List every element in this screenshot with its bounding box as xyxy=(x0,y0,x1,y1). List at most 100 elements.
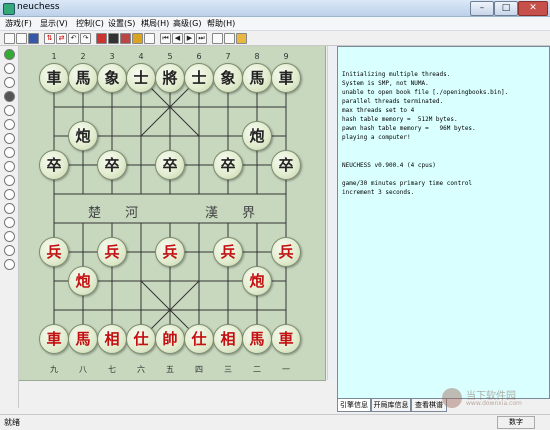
hint-icon[interactable] xyxy=(132,33,143,44)
check-icon[interactable] xyxy=(4,49,15,60)
red-pawn[interactable]: 兵 xyxy=(271,237,301,267)
log-line: playing a computer! xyxy=(342,134,411,141)
red-pawn[interactable]: 兵 xyxy=(155,237,185,267)
tool-icon-10[interactable] xyxy=(4,175,15,186)
first-move-icon[interactable]: ⏮ xyxy=(160,33,171,44)
tool-icon-14[interactable] xyxy=(4,231,15,242)
black-pawn[interactable]: 卒 xyxy=(39,150,69,180)
menu-advanced[interactable]: 高级(G) xyxy=(173,18,201,29)
red-elephant[interactable]: 相 xyxy=(97,324,127,354)
status-mode: 数字 xyxy=(497,416,535,429)
black-advisor[interactable]: 士 xyxy=(126,63,156,93)
tool-icon-4[interactable] xyxy=(4,91,15,102)
red-general[interactable]: 帥 xyxy=(155,324,185,354)
log-line: game/30 minutes primary time control xyxy=(342,180,473,187)
log-line: unable to open book file [./openingbooks… xyxy=(342,89,509,96)
file-number: 3 xyxy=(109,52,115,61)
flip-board-icon[interactable]: ⇅ xyxy=(44,33,55,44)
tool-icon-16[interactable] xyxy=(4,259,15,270)
tool-icon-5[interactable] xyxy=(4,105,15,116)
tool-icon-8[interactable] xyxy=(4,147,15,158)
black-cannon[interactable]: 炮 xyxy=(68,121,98,151)
copy-icon[interactable] xyxy=(212,33,223,44)
red-pawn[interactable]: 兵 xyxy=(39,237,69,267)
tool-icon-6[interactable] xyxy=(4,119,15,130)
black-pawn[interactable]: 卒 xyxy=(213,150,243,180)
open-folder-icon[interactable] xyxy=(16,33,27,44)
watermark-url: www.downxia.com xyxy=(466,400,522,407)
toolbar: ⇅ ⇄ ↶ ↷ ⏮ ◀ ▶ ⏭ xyxy=(0,31,550,46)
black-horse[interactable]: 馬 xyxy=(242,63,272,93)
black-elephant[interactable]: 象 xyxy=(213,63,243,93)
file-number: 九 xyxy=(50,365,58,374)
prev-move-icon[interactable]: ◀ xyxy=(172,33,183,44)
tool-icon-12[interactable] xyxy=(4,203,15,214)
menu-game[interactable]: 游戏(F) xyxy=(5,18,32,29)
tool-icon-2[interactable] xyxy=(4,63,15,74)
tool-icon-7[interactable] xyxy=(4,133,15,144)
menu-game-record[interactable]: 棋局(H) xyxy=(141,18,169,29)
maximize-button[interactable]: □ xyxy=(494,1,518,16)
menu-control[interactable]: 控制(C) xyxy=(76,18,104,29)
file-number: 6 xyxy=(196,52,202,61)
minimize-button[interactable]: – xyxy=(470,1,494,16)
river-label-chu: 楚 河 xyxy=(88,206,149,221)
left-toolbar xyxy=(0,46,19,408)
red-pawn[interactable]: 兵 xyxy=(213,237,243,267)
status-text: 就绪 xyxy=(4,418,20,427)
file-number: 六 xyxy=(137,365,145,374)
black-pawn[interactable]: 卒 xyxy=(97,150,127,180)
last-move-icon[interactable]: ⏭ xyxy=(196,33,207,44)
red-cannon[interactable]: 炮 xyxy=(68,266,98,296)
black-pawn[interactable]: 卒 xyxy=(155,150,185,180)
paste-icon[interactable] xyxy=(224,33,235,44)
log-line: max threads set to 4 xyxy=(342,107,415,114)
lock-icon[interactable] xyxy=(236,33,247,44)
tab-opening-book[interactable]: 开局库信息 xyxy=(371,398,411,412)
close-button[interactable]: ✕ xyxy=(518,1,548,16)
file-number: 5 xyxy=(167,52,173,61)
stop-icon[interactable] xyxy=(120,33,131,44)
next-move-icon[interactable]: ▶ xyxy=(184,33,195,44)
swap-sides-icon[interactable]: ⇄ xyxy=(56,33,67,44)
red-horse[interactable]: 馬 xyxy=(68,324,98,354)
menu-settings[interactable]: 设置(S) xyxy=(108,18,135,29)
tool-icon-15[interactable] xyxy=(4,245,15,256)
watermark: 当下软件园 www.downxia.com xyxy=(442,386,548,412)
black-pawn[interactable]: 卒 xyxy=(271,150,301,180)
red-advisor[interactable]: 仕 xyxy=(184,324,214,354)
black-chariot[interactable]: 車 xyxy=(39,63,69,93)
book-icon[interactable] xyxy=(144,33,155,44)
menu-view[interactable]: 显示(V) xyxy=(40,18,68,29)
save-icon[interactable] xyxy=(28,33,39,44)
board-scrollbar[interactable] xyxy=(327,46,336,380)
tool-icon-11[interactable] xyxy=(4,189,15,200)
river-label-han: 漢 界 xyxy=(205,206,266,221)
tool-icon-13[interactable] xyxy=(4,217,15,228)
redo-icon[interactable]: ↷ xyxy=(80,33,91,44)
black-chariot[interactable]: 車 xyxy=(271,63,301,93)
menu-help[interactable]: 帮助(H) xyxy=(207,18,235,29)
chess-board[interactable]: 1 2 3 4 5 6 7 8 9 九 八 七 六 五 四 三 二 一 楚 河 … xyxy=(19,46,326,381)
black-general[interactable]: 將 xyxy=(155,63,185,93)
red-engine-icon[interactable] xyxy=(96,33,107,44)
new-file-icon[interactable] xyxy=(4,33,15,44)
red-cannon[interactable]: 炮 xyxy=(242,266,272,296)
red-horse[interactable]: 馬 xyxy=(242,324,272,354)
tab-engine-info[interactable]: 引擎信息 xyxy=(337,398,371,412)
red-pawn[interactable]: 兵 xyxy=(97,237,127,267)
log-line: Initializing multiple threads. xyxy=(342,71,451,78)
red-advisor[interactable]: 仕 xyxy=(126,324,156,354)
black-cannon[interactable]: 炮 xyxy=(242,121,272,151)
black-elephant[interactable]: 象 xyxy=(97,63,127,93)
black-advisor[interactable]: 士 xyxy=(184,63,214,93)
red-elephant[interactable]: 相 xyxy=(213,324,243,354)
red-chariot[interactable]: 車 xyxy=(271,324,301,354)
undo-icon[interactable]: ↶ xyxy=(68,33,79,44)
red-chariot[interactable]: 車 xyxy=(39,324,69,354)
title-bar: neuchess – □ ✕ xyxy=(0,0,550,17)
tool-icon-9[interactable] xyxy=(4,161,15,172)
black-horse[interactable]: 馬 xyxy=(68,63,98,93)
black-engine-icon[interactable] xyxy=(108,33,119,44)
tool-icon-3[interactable] xyxy=(4,77,15,88)
